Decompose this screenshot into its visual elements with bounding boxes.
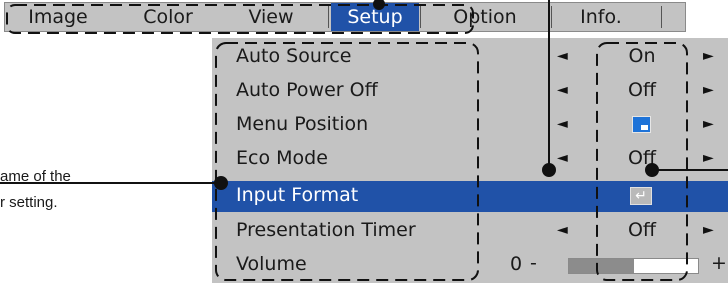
menu-bar: Image Color View Setup Option Info. [4, 2, 686, 32]
volume-slider[interactable] [568, 258, 699, 274]
volume-slider-fill [569, 259, 634, 273]
callout-text: ame of the r setting. [0, 164, 71, 216]
menu-item-label: Volume [236, 253, 307, 275]
left-arrow-icon[interactable]: ◄ [557, 222, 568, 238]
volume-min-label: 0 [510, 253, 523, 275]
tab-divider [551, 6, 552, 28]
menu-item-presentation-timer[interactable]: Presentation Timer ◄ Off ► [212, 216, 728, 247]
volume-minus[interactable]: - [530, 252, 537, 274]
menu-position-icon [632, 116, 651, 133]
tab-setup[interactable]: Setup [331, 3, 419, 31]
callout-line: ame of the [0, 168, 71, 185]
tab-view[interactable]: View [235, 3, 307, 31]
menu-item-auto-source[interactable]: Auto Source ◄ On ► [212, 42, 728, 73]
right-arrow-icon[interactable]: ► [703, 116, 714, 132]
callout-line: r setting. [0, 194, 58, 211]
menu-item-label: Auto Power Off [236, 79, 378, 101]
tab-divider [328, 6, 329, 28]
menu-item-value: Off [627, 219, 657, 241]
tab-image[interactable]: Image [17, 3, 99, 31]
right-arrow-icon[interactable]: ► [703, 48, 714, 64]
menu-item-menu-position[interactable]: Menu Position ◄ ► [212, 110, 728, 141]
menu-item-input-format[interactable]: Input Format ↵ [212, 181, 728, 212]
menu-item-label: Auto Source [236, 45, 352, 67]
tab-color[interactable]: Color [129, 3, 207, 31]
left-arrow-icon[interactable]: ◄ [557, 116, 568, 132]
menu-item-label: Input Format [236, 184, 359, 206]
menu-item-label: Presentation Timer [236, 219, 416, 241]
menu-item-volume[interactable]: Volume 0 - + [212, 250, 728, 281]
menu-item-label: Menu Position [236, 113, 369, 135]
right-arrow-icon[interactable]: ► [703, 150, 714, 166]
left-arrow-icon[interactable]: ◄ [557, 82, 568, 98]
setup-menu-panel: Auto Source ◄ On ► Auto Power Off ◄ Off … [212, 38, 728, 283]
menu-item-label: Eco Mode [236, 147, 328, 169]
enter-icon[interactable]: ↵ [630, 187, 652, 205]
menu-item-eco-mode[interactable]: Eco Mode ◄ Off ► [212, 144, 728, 175]
right-arrow-icon[interactable]: ► [703, 82, 714, 98]
tab-divider [420, 6, 421, 28]
volume-plus[interactable]: + [711, 252, 727, 274]
left-arrow-icon[interactable]: ◄ [557, 150, 568, 166]
menu-item-value: Off [627, 79, 657, 101]
menu-item-value: Off [627, 147, 657, 169]
right-arrow-icon[interactable]: ► [703, 222, 714, 238]
tab-divider [661, 6, 662, 28]
tab-option[interactable]: Option [439, 3, 531, 31]
menu-item-auto-power-off[interactable]: Auto Power Off ◄ Off ► [212, 76, 728, 107]
menu-item-value: On [628, 45, 656, 67]
tab-info[interactable]: Info. [561, 3, 641, 31]
left-arrow-icon[interactable]: ◄ [557, 48, 568, 64]
